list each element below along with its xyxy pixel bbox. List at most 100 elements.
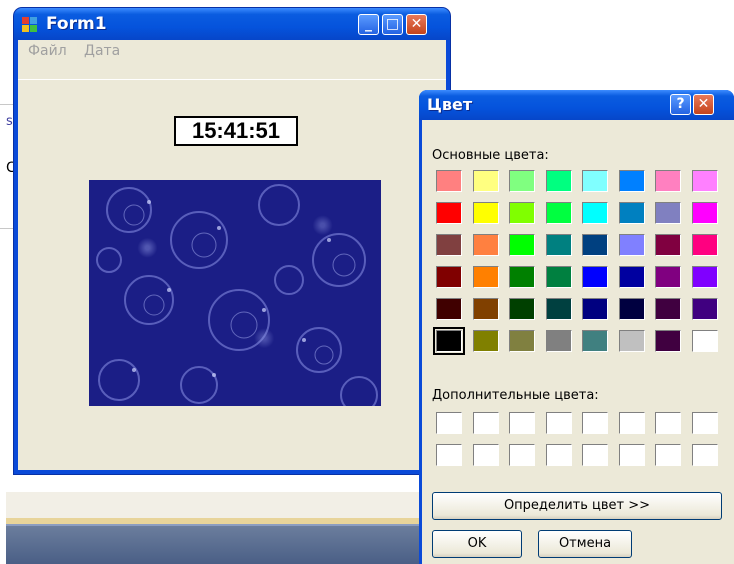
form1-titlebar[interactable]: Form1 _ □ ✕ (14, 8, 450, 40)
custom-color-swatch[interactable] (509, 412, 535, 434)
custom-color-swatch[interactable] (691, 412, 718, 434)
basic-color-swatch[interactable] (618, 234, 645, 256)
basic-color-swatch[interactable] (618, 330, 645, 352)
minimize-button[interactable]: _ (358, 14, 379, 35)
basic-color-swatch[interactable] (472, 266, 499, 288)
taskbar-edge (6, 524, 436, 526)
basic-color-swatch[interactable] (582, 202, 608, 224)
swirl-pattern-image (96, 184, 378, 406)
dialog-close-button[interactable]: ✕ (693, 94, 714, 115)
maximize-icon: □ (385, 16, 400, 32)
basic-color-swatch[interactable] (436, 202, 462, 224)
taskbar (6, 524, 436, 564)
background-panel (6, 492, 436, 518)
custom-color-swatch[interactable] (618, 412, 645, 434)
basic-color-swatch[interactable] (509, 234, 535, 256)
custom-color-swatch[interactable] (655, 444, 681, 466)
picture-box (89, 180, 381, 406)
basic-color-swatch[interactable] (655, 330, 681, 352)
basic-color-swatch[interactable] (691, 170, 718, 192)
basic-color-swatch[interactable] (618, 170, 645, 192)
menu-date[interactable]: Дата (84, 43, 120, 59)
basic-color-swatch[interactable] (433, 327, 465, 355)
custom-color-swatch[interactable] (545, 444, 572, 466)
close-icon: ✕ (410, 16, 423, 32)
custom-color-swatch[interactable] (472, 444, 499, 466)
maximize-button[interactable]: □ (382, 14, 403, 35)
basic-color-swatch[interactable] (436, 170, 462, 192)
basic-colors-label: Основные цвета: (432, 148, 549, 163)
basic-color-swatch[interactable] (582, 234, 608, 256)
basic-color-swatch[interactable] (655, 202, 681, 224)
basic-color-swatch[interactable] (545, 170, 572, 192)
define-custom-colors-button[interactable]: Определить цвет >> (432, 492, 722, 520)
basic-color-swatch[interactable] (436, 298, 462, 320)
basic-color-swatch[interactable] (691, 298, 718, 320)
custom-color-swatch[interactable] (582, 444, 608, 466)
basic-color-swatch[interactable] (545, 298, 572, 320)
basic-color-swatch[interactable] (655, 234, 681, 256)
basic-color-swatch[interactable] (545, 202, 572, 224)
basic-color-swatch[interactable] (618, 298, 645, 320)
custom-color-swatch[interactable] (436, 412, 462, 434)
form1-client-area: Файл Дата 15:41:51 (18, 40, 446, 470)
basic-color-swatch[interactable] (655, 266, 681, 288)
basic-color-swatch[interactable] (545, 234, 572, 256)
custom-color-swatch[interactable] (582, 412, 608, 434)
custom-color-swatch[interactable] (436, 444, 462, 466)
basic-color-swatch[interactable] (582, 266, 608, 288)
color-dialog-titlebar[interactable]: Цвет ? ✕ (419, 90, 734, 120)
custom-color-swatch[interactable] (545, 412, 572, 434)
basic-color-swatch[interactable] (509, 266, 535, 288)
cancel-button[interactable]: Отмена (538, 530, 632, 558)
basic-color-swatch[interactable] (691, 234, 718, 256)
basic-color-swatch[interactable] (472, 298, 499, 320)
cancel-label: Отмена (558, 536, 612, 551)
basic-color-swatch[interactable] (691, 266, 718, 288)
basic-color-swatch[interactable] (472, 170, 499, 192)
color-dialog: Цвет ? ✕ Основные цвета: Дополнительные … (419, 90, 734, 564)
basic-color-swatch[interactable] (436, 234, 462, 256)
app-icon (22, 17, 38, 33)
background-divider (0, 104, 14, 105)
form1-window: Form1 _ □ ✕ Файл Дата 15:41:51 (14, 8, 450, 474)
basic-color-swatch[interactable] (655, 298, 681, 320)
background-divider (0, 228, 14, 229)
basic-color-swatch[interactable] (472, 330, 499, 352)
basic-color-swatch[interactable] (545, 266, 572, 288)
custom-color-swatch[interactable] (655, 412, 681, 434)
custom-color-swatch[interactable] (472, 412, 499, 434)
basic-color-swatch[interactable] (582, 298, 608, 320)
basic-color-swatch[interactable] (509, 202, 535, 224)
custom-color-swatch[interactable] (509, 444, 535, 466)
basic-color-swatch[interactable] (472, 234, 499, 256)
basic-color-swatch[interactable] (472, 202, 499, 224)
custom-color-swatch[interactable] (691, 444, 718, 466)
menu-bar: Файл Дата (18, 40, 446, 62)
help-button[interactable]: ? (670, 94, 691, 115)
custom-color-swatch[interactable] (618, 444, 645, 466)
basic-color-swatch[interactable] (618, 266, 645, 288)
basic-color-swatch[interactable] (509, 170, 535, 192)
color-dialog-title: Цвет (427, 95, 473, 114)
basic-color-swatch[interactable] (618, 202, 645, 224)
basic-color-swatch[interactable] (582, 330, 608, 352)
color-dialog-body: Основные цвета: Дополнительные цвета: Оп… (422, 120, 734, 564)
background-text-s: s (6, 114, 13, 129)
help-icon: ? (676, 96, 685, 112)
basic-color-swatch[interactable] (509, 330, 535, 352)
custom-colors-label: Дополнительные цвета: (432, 388, 599, 403)
basic-color-swatch[interactable] (582, 170, 608, 192)
clock-label: 15:41:51 (174, 116, 298, 146)
basic-color-swatch[interactable] (655, 170, 681, 192)
basic-color-swatch[interactable] (436, 266, 462, 288)
ok-label: OK (467, 536, 487, 551)
form1-title: Form1 (46, 14, 107, 34)
basic-color-swatch[interactable] (509, 298, 535, 320)
basic-color-swatch[interactable] (691, 330, 718, 352)
close-button[interactable]: ✕ (406, 14, 427, 35)
basic-color-swatch[interactable] (545, 330, 572, 352)
basic-color-swatch[interactable] (691, 202, 718, 224)
menu-file[interactable]: Файл (28, 43, 67, 59)
ok-button[interactable]: OK (432, 530, 522, 558)
